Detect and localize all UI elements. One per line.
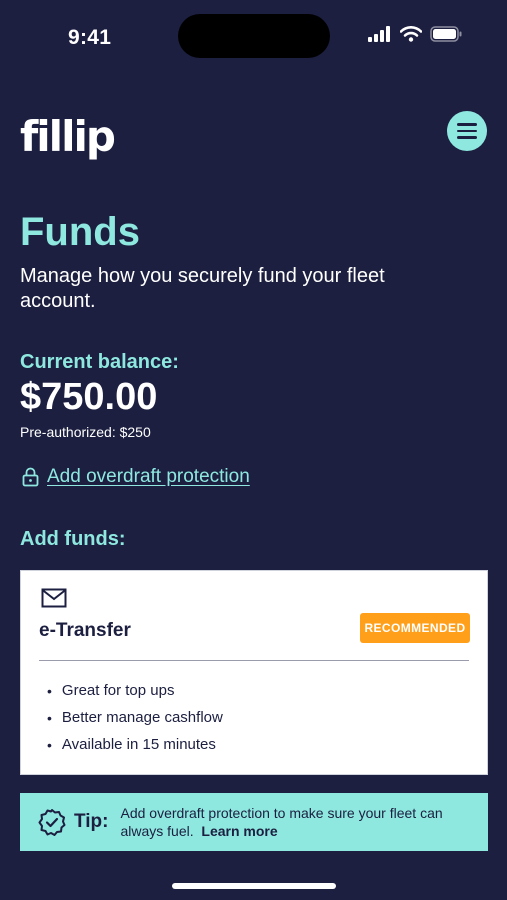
overdraft-link-label: Add overdraft protection bbox=[47, 466, 250, 487]
wifi-icon bbox=[400, 26, 422, 42]
add-overdraft-protection-link[interactable]: Add overdraft protection bbox=[22, 466, 250, 488]
feature-list: Great for top ups Better manage cashflow… bbox=[47, 677, 223, 758]
payment-method-title: e-Transfer bbox=[39, 620, 131, 641]
feature-item: Great for top ups bbox=[47, 677, 223, 704]
add-funds-label: Add funds: bbox=[20, 528, 126, 550]
feature-item: Better manage cashflow bbox=[47, 704, 223, 731]
tip-text: Add overdraft protection to make sure yo… bbox=[120, 804, 465, 840]
recommended-badge: RECOMMENDED bbox=[360, 613, 470, 643]
badge-check-icon bbox=[38, 809, 66, 836]
page-subtitle: Manage how you securely fund your fleet … bbox=[20, 265, 385, 312]
dynamic-island bbox=[178, 14, 330, 58]
status-bar: 9:41 bbox=[0, 0, 507, 70]
battery-icon bbox=[430, 26, 462, 42]
balance-label: Current balance: bbox=[20, 351, 179, 373]
home-indicator[interactable] bbox=[172, 883, 336, 889]
tip-label: Tip: bbox=[74, 811, 109, 832]
feature-item: Available in 15 minutes bbox=[47, 731, 223, 758]
mail-icon bbox=[41, 588, 67, 608]
hamburger-menu-icon bbox=[457, 123, 477, 126]
fillip-logo: fillip bbox=[20, 112, 116, 161]
page-title: Funds bbox=[20, 210, 140, 254]
preauthorized-amount: Pre-authorized: $250 bbox=[20, 424, 151, 440]
menu-button[interactable] bbox=[447, 111, 487, 151]
lock-icon bbox=[22, 467, 39, 487]
tip-message: Add overdraft protection to make sure yo… bbox=[120, 805, 443, 839]
status-time: 9:41 bbox=[68, 26, 112, 49]
balance-amount: $750.00 bbox=[20, 376, 158, 418]
learn-more-link[interactable]: Learn more bbox=[201, 823, 277, 839]
tip-banner: Tip: Add overdraft protection to make su… bbox=[20, 793, 488, 851]
etransfer-card[interactable]: e-Transfer RECOMMENDED Great for top ups… bbox=[20, 570, 488, 775]
card-divider bbox=[39, 660, 469, 661]
status-icons bbox=[368, 26, 462, 42]
signal-icon bbox=[368, 26, 390, 42]
